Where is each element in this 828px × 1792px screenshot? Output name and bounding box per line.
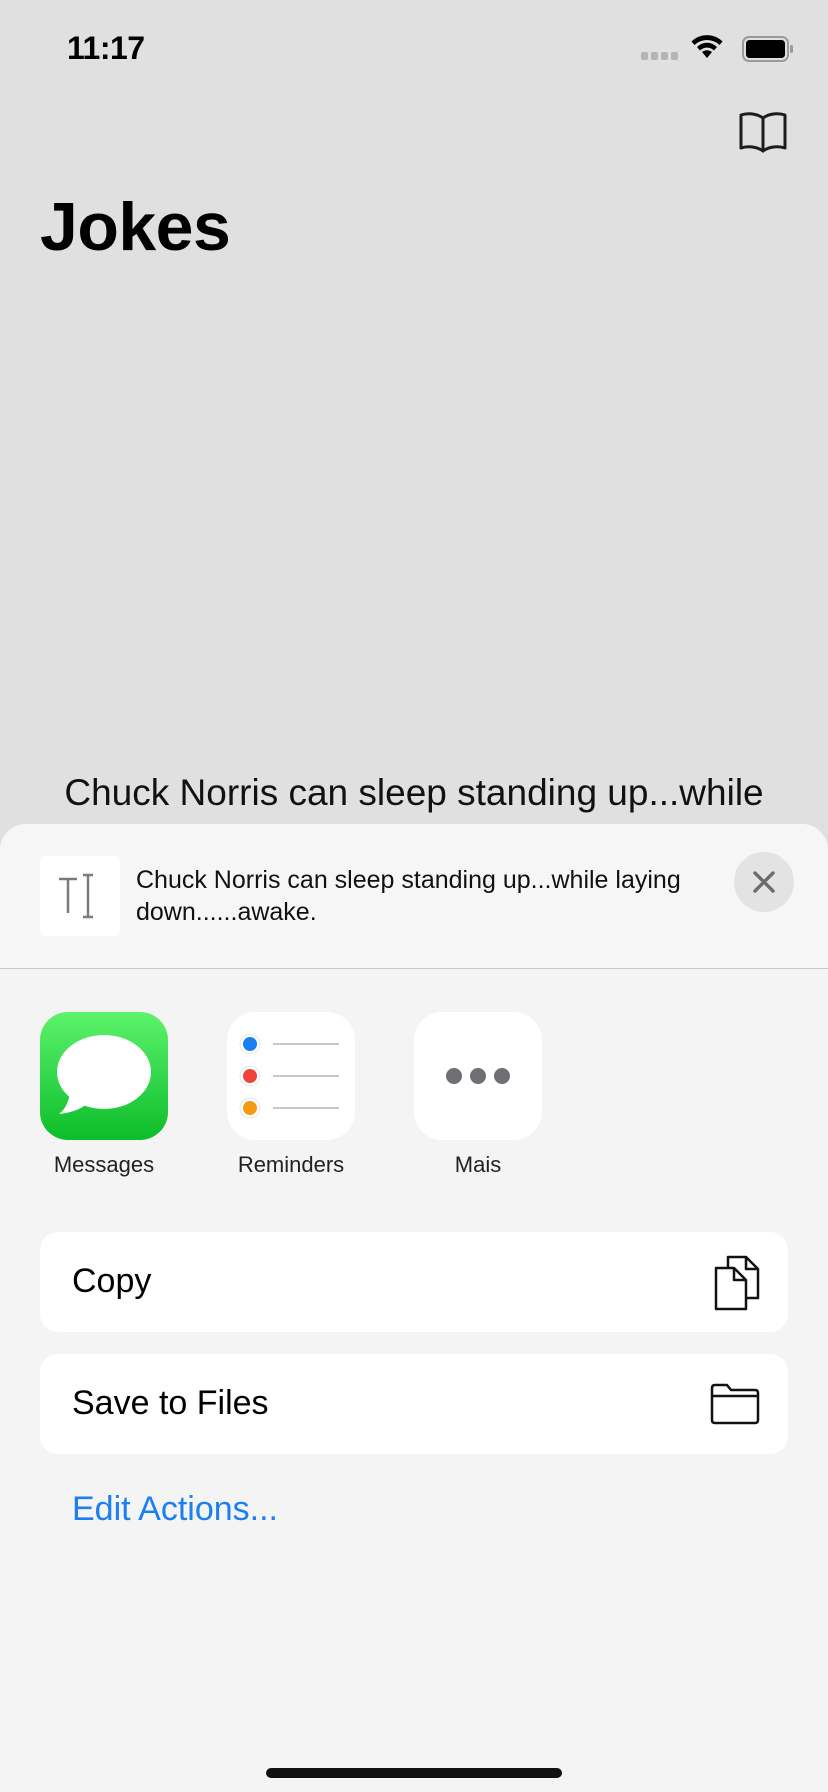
share-app-label: Mais [454,1152,502,1177]
share-preview-text: Chuck Norris can sleep standing up...whi… [136,866,681,926]
more-icon [414,1012,542,1140]
share-app-label: Messages [53,1152,155,1177]
share-app-label: Reminders [237,1152,345,1177]
book-icon[interactable] [738,110,788,154]
page-title: Jokes [40,189,231,265]
wifi-icon [691,35,723,58]
status-time: 11:17 [67,30,145,66]
reminders-icon [227,1012,355,1140]
close-icon [753,871,775,893]
save-to-files-label: Save to Files [72,1384,269,1422]
share-sheet-header: Chuck Norris can sleep standing up...whi… [0,824,828,969]
save-to-files-button[interactable]: Save to Files [40,1354,788,1454]
messages-icon [40,1012,168,1140]
copy-button[interactable]: Copy [40,1232,788,1332]
share-apps-row: Messages Reminders Mais [0,1012,828,1202]
copy-icon [714,1255,760,1311]
battery-icon [742,36,793,62]
status-bar: 11:17 [0,0,828,100]
share-app-reminders[interactable]: Reminders [198,1012,384,1178]
share-app-messages[interactable]: Messages [11,1012,197,1178]
cellular-signal-icon [641,52,678,60]
close-button[interactable] [734,852,794,912]
edit-actions-link[interactable]: Edit Actions... [72,1490,278,1529]
share-sheet: Chuck Norris can sleep standing up...whi… [0,824,828,1792]
copy-label: Copy [72,1262,152,1300]
folder-icon [710,1383,760,1425]
text-document-icon [40,856,120,936]
joke-text: Chuck Norris can sleep standing up...whi… [64,772,764,813]
home-indicator[interactable] [266,1768,562,1778]
share-app-more[interactable]: Mais [385,1012,571,1178]
